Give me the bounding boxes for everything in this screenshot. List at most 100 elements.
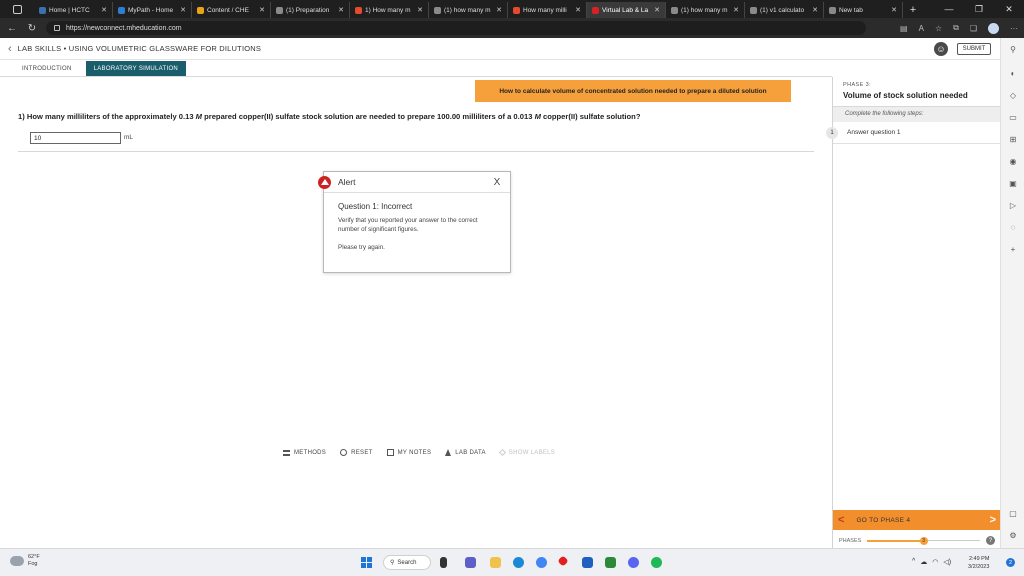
search-icon[interactable]: ⚲ <box>1008 44 1018 54</box>
browser-tab[interactable]: MyPath - Home ✕ <box>113 2 192 18</box>
collections-icon[interactable]: ❏ <box>970 24 977 33</box>
tag-icon[interactable]: ◇ <box>1008 90 1018 100</box>
clock[interactable]: 2:49 PM 3/2/2023 <box>968 555 989 571</box>
browser-tab-strip: Home | HCTC ✕ MyPath - Home ✕ Content / CHE ✕… <box>0 0 1024 18</box>
tab-introduction[interactable]: INTRODUCTION <box>14 61 80 76</box>
read-aloud-icon[interactable]: A <box>919 24 924 33</box>
my-notes-button[interactable]: MY NOTES <box>386 449 432 456</box>
close-tab-icon[interactable]: ✕ <box>496 6 502 14</box>
add-icon[interactable]: + <box>1008 244 1018 254</box>
browser-tab[interactable]: (1) Preparation ✕ <box>271 2 350 18</box>
close-window-icon[interactable]: ✕ <box>994 0 1024 18</box>
browser-tab[interactable]: How many milli ✕ <box>508 2 587 18</box>
restore-icon[interactable]: ❐ <box>964 0 994 18</box>
send-icon[interactable]: ▷ <box>1008 200 1018 210</box>
submit-button[interactable]: SUBMIT <box>957 43 991 55</box>
methods-button[interactable]: METHODS <box>283 449 326 456</box>
browser-tab[interactable]: (1) how many m ✕ <box>666 2 745 18</box>
phase-instructions: Complete the following steps: <box>833 107 1000 122</box>
close-tab-icon[interactable]: ✕ <box>575 6 581 14</box>
back-icon[interactable]: ← <box>6 23 18 34</box>
url-text: https://newconnect.mheducation.com <box>66 24 182 32</box>
close-tab-icon[interactable]: ✕ <box>338 6 344 14</box>
hint-button[interactable]: How to calculate volume of concentrated … <box>475 80 791 102</box>
minimize-icon[interactable]: — <box>934 0 964 18</box>
go-to-phase-label[interactable]: GO TO PHASE 4 <box>844 517 989 524</box>
file-explorer-icon[interactable] <box>490 557 501 568</box>
close-tab-icon[interactable]: ✕ <box>812 6 818 14</box>
close-tab-icon[interactable]: ✕ <box>891 6 897 14</box>
close-tab-icon[interactable]: ✕ <box>259 6 265 14</box>
current-phase-marker[interactable]: 3 <box>919 536 928 545</box>
taskbar-search[interactable]: ⚲ Search <box>383 555 431 570</box>
chevron-left-icon[interactable]: ‹ <box>8 43 12 55</box>
alert-subtitle: Question 1: Incorrect <box>338 202 413 211</box>
window-menu-button[interactable] <box>0 0 34 18</box>
briefcase-icon[interactable]: ▭ <box>1008 112 1018 122</box>
reset-button[interactable]: RESET <box>340 449 373 456</box>
outlook-icon[interactable]: ▣ <box>1008 178 1018 188</box>
lab-data-button[interactable]: LAB DATA <box>445 449 486 456</box>
favicon-icon <box>355 6 362 14</box>
more-icon[interactable]: ··· <box>1010 24 1018 33</box>
show-labels-button[interactable]: SHOW LABELS <box>498 448 555 457</box>
browser-tab[interactable]: Content / CHE ✕ <box>192 2 271 18</box>
edge-icon[interactable] <box>513 557 524 568</box>
wifi-icon[interactable]: ◠ <box>932 558 938 566</box>
volume-icon[interactable]: ◁) <box>943 558 951 566</box>
browser-tab[interactable]: (1) v1 calculato ✕ <box>745 2 824 18</box>
step-label: Answer question 1 <box>847 129 901 136</box>
weather-widget[interactable]: 62°F Fog <box>10 554 40 568</box>
answer-input[interactable] <box>30 132 121 144</box>
alert-header: Alert X <box>318 172 510 193</box>
sidebar-toggle-icon[interactable]: ▢ <box>1008 508 1018 518</box>
phase-track: 3 <box>867 536 980 545</box>
browser-tab[interactable]: Home | HCTC ✕ <box>34 2 113 18</box>
browser-tab[interactable]: New tab ✕ <box>824 2 903 18</box>
close-tab-icon[interactable]: ✕ <box>180 6 186 14</box>
refresh-icon[interactable]: ↻ <box>26 23 38 34</box>
office-icon[interactable]: ◉ <box>1008 156 1018 166</box>
close-tab-icon[interactable]: ✕ <box>733 6 739 14</box>
alert-title: Alert <box>338 177 356 187</box>
settings-icon[interactable]: ⚙ <box>1008 530 1018 540</box>
browser-tab[interactable]: (1) how many m ✕ <box>429 2 508 18</box>
close-icon[interactable]: X <box>490 177 504 188</box>
close-tab-icon[interactable]: ✕ <box>417 6 423 14</box>
favorite-icon[interactable]: ☆ <box>935 24 942 33</box>
browser-tab-label: (1) v1 calculato <box>760 6 805 14</box>
extensions-icon[interactable]: ⧉ <box>953 23 959 33</box>
chevron-up-icon[interactable]: ^ <box>912 558 915 566</box>
teams-icon[interactable] <box>465 557 476 568</box>
drop-icon[interactable]: ◌ <box>1008 222 1018 232</box>
browser-tab[interactable]: 1) How many m ✕ <box>350 2 429 18</box>
tab-laboratory-simulation[interactable]: LABORATORY SIMULATION <box>85 61 187 76</box>
alert-dialog: Alert X Question 1: Incorrect Verify tha… <box>318 171 511 273</box>
url-field[interactable]: https://newconnect.mheducation.com <box>46 21 866 35</box>
copilot-icon[interactable]: ◐ <box>1008 68 1018 78</box>
app-icon[interactable] <box>557 555 569 567</box>
dropbox-icon[interactable] <box>582 557 593 568</box>
notification-badge[interactable]: 2 <box>1006 558 1015 567</box>
browser-tab-label: Home | HCTC <box>49 6 90 14</box>
phases-progress: PHASES 3 ? <box>833 533 1001 548</box>
windows-start-icon[interactable] <box>361 557 372 568</box>
chevron-right-icon[interactable]: > <box>990 514 996 526</box>
spotify-icon[interactable] <box>651 557 662 568</box>
discord-icon[interactable] <box>628 557 639 568</box>
question-text: 1) How many milliliters of the approxima… <box>18 112 640 121</box>
task-view-icon[interactable] <box>440 557 447 568</box>
close-tab-icon[interactable]: ✕ <box>654 6 660 14</box>
accessibility-icon[interactable]: ☺ <box>934 42 948 56</box>
close-tab-icon[interactable]: ✕ <box>101 6 107 14</box>
xbox-icon[interactable] <box>605 557 616 568</box>
chrome-icon[interactable] <box>536 557 547 568</box>
new-tab-button[interactable]: + <box>903 2 923 18</box>
reader-icon[interactable]: ▤ <box>900 24 908 33</box>
profile-avatar[interactable] <box>988 22 999 34</box>
games-icon[interactable]: ⊞ <box>1008 134 1018 144</box>
help-icon[interactable]: ? <box>986 536 995 545</box>
browser-tab[interactable]: Virtual Lab & La ✕ <box>587 2 666 18</box>
cloud-icon[interactable]: ☁ <box>920 558 927 566</box>
favicon-icon <box>118 6 125 14</box>
